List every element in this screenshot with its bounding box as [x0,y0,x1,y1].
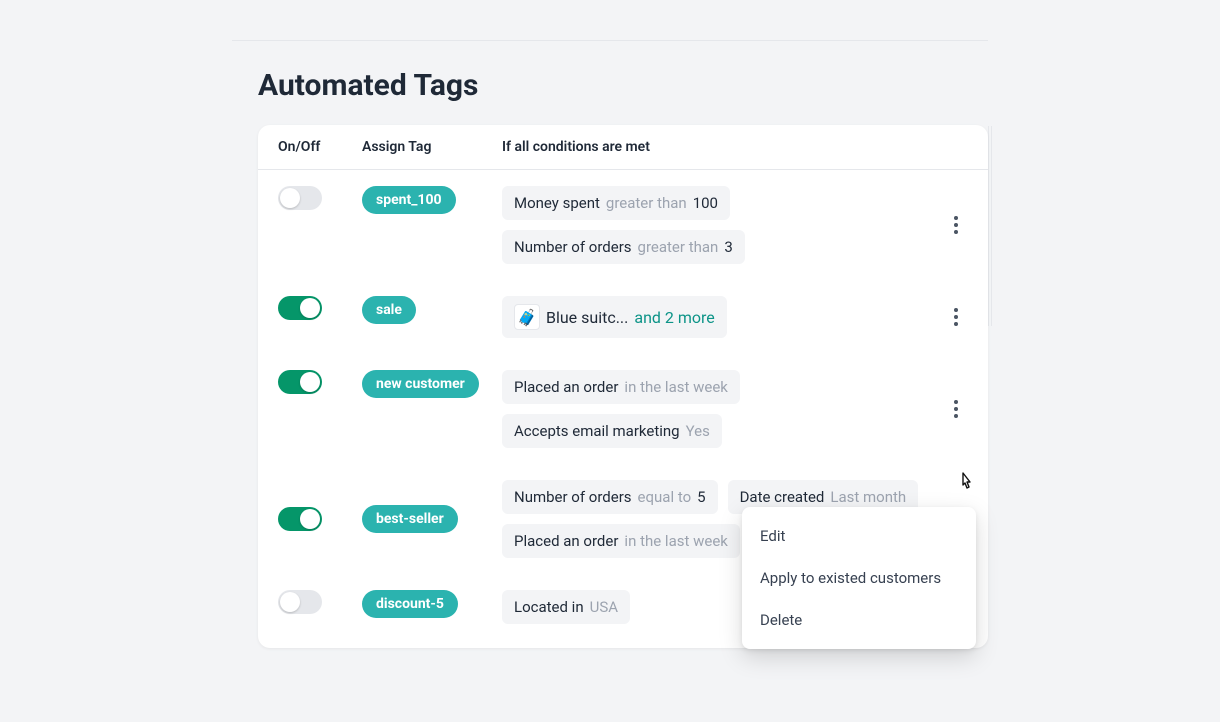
menu-item-edit[interactable]: Edit [742,515,976,557]
tag-pill[interactable]: discount-5 [362,590,458,618]
condition-chip[interactable]: Accepts email marketing Yes [502,414,722,448]
toggle-switch[interactable] [278,296,322,320]
condition-chip[interactable]: Located in USA [502,590,630,624]
row-actions-menu: Edit Apply to existed customers Delete [742,507,976,649]
condition-chip[interactable]: Number of orders greater than 3 [502,230,745,264]
col-header-cond: If all conditions are met [502,139,928,155]
product-thumbnail: 🧳 [514,304,540,330]
condition-label: Placed an order [514,532,618,550]
condition-label: Money spent [514,194,600,212]
product-name: Blue suitc... [546,308,628,327]
top-divider [232,40,988,41]
tag-pill[interactable]: new customer [362,370,479,398]
condition-label: Number of orders [514,238,632,256]
side-scroll-handle [988,126,992,326]
condition-label: Accepts email marketing [514,422,680,440]
condition-value: 3 [724,238,732,256]
condition-op: in the last week [624,378,727,396]
page-title: Automated Tags [258,68,988,103]
table-row: spent_100 Money spent greater than 100 N… [258,170,988,280]
tag-pill[interactable]: best-seller [362,505,458,533]
toggle-switch[interactable] [278,507,322,531]
condition-label: Date created [740,488,825,506]
condition-label: Located in [514,598,584,616]
menu-item-apply[interactable]: Apply to existed customers [742,557,976,599]
toggle-switch[interactable] [278,186,322,210]
automated-tags-card: On/Off Assign Tag If all conditions are … [258,125,988,648]
row-actions-button[interactable] [944,213,968,237]
condition-value: USA [590,598,618,616]
table-row: sale 🧳 Blue suitc... and 2 more [258,280,988,354]
condition-label: Number of orders [514,488,632,506]
table-row: new customer Placed an order in the last… [258,354,988,464]
col-header-onoff: On/Off [278,139,362,155]
condition-chip[interactable]: Placed an order in the last week [502,370,740,404]
tag-pill[interactable]: sale [362,296,416,324]
condition-op: in the last week [624,532,727,550]
menu-item-delete[interactable]: Delete [742,599,976,641]
condition-value: Last month [830,488,906,506]
condition-value: 5 [697,488,705,506]
row-actions-button[interactable] [944,397,968,421]
tag-pill[interactable]: spent_100 [362,186,456,214]
condition-value: Yes [686,422,710,440]
toggle-switch[interactable] [278,590,322,614]
col-header-tag: Assign Tag [362,139,502,155]
condition-chip[interactable]: Placed an order in the last week [502,524,740,558]
row-actions-button[interactable] [944,305,968,329]
condition-op: equal to [638,488,692,506]
condition-chip[interactable]: Money spent greater than 100 [502,186,730,220]
condition-op: greater than [606,194,687,212]
condition-op: greater than [638,238,719,256]
product-chip[interactable]: 🧳 Blue suitc... and 2 more [502,296,727,338]
toggle-switch[interactable] [278,370,322,394]
condition-label: Placed an order [514,378,618,396]
condition-value: 100 [693,194,718,212]
product-more-link[interactable]: and 2 more [634,308,714,327]
condition-chip[interactable]: Number of orders equal to 5 [502,480,718,514]
table-header-row: On/Off Assign Tag If all conditions are … [258,125,988,170]
